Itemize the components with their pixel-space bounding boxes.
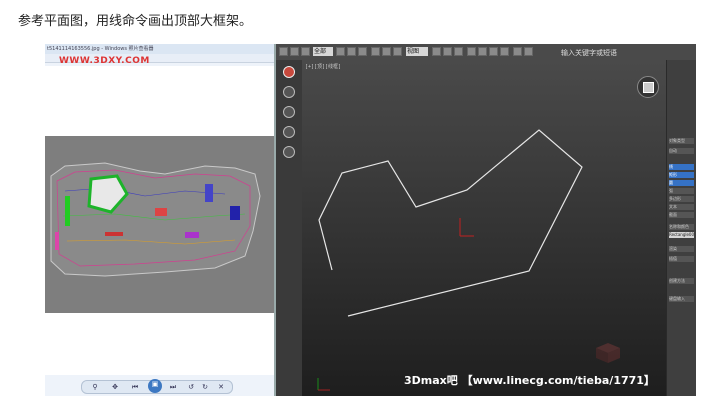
command-panel-row[interactable]: 插值: [669, 256, 694, 262]
modify-icon[interactable]: [283, 86, 295, 98]
screenshot-area: t5141114163556.jpg - Windows 照片查看器 WWW.3…: [45, 44, 696, 396]
snap-icon[interactable]: [467, 47, 476, 56]
command-panel-row[interactable]: 圆: [669, 180, 694, 186]
selection-filter-dropdown[interactable]: 全部: [313, 47, 333, 56]
rotate-right-icon[interactable]: ↻: [200, 382, 210, 392]
viewer-title: t5141114163556.jpg - Windows 照片查看器: [45, 44, 274, 54]
command-panel-row[interactable]: 线: [669, 164, 694, 170]
utilities-icon[interactable]: [283, 146, 295, 158]
main-toolbar: 全部 视图 输入关键字或短语: [276, 44, 696, 61]
command-panel-row[interactable]: 文本: [669, 204, 694, 210]
select-icon[interactable]: [336, 47, 345, 56]
command-panel-row[interactable]: 多边形: [669, 196, 694, 202]
command-panel-row[interactable]: 创建方法: [669, 278, 694, 284]
link-icon[interactable]: [301, 47, 310, 56]
display-icon[interactable]: [283, 126, 295, 138]
keyboard-shortcut-icon[interactable]: [454, 47, 463, 56]
slideshow-icon[interactable]: ▣: [148, 379, 162, 393]
command-panel-row[interactable]: 渲染: [669, 246, 694, 252]
angle-snap-icon[interactable]: [478, 47, 487, 56]
reference-coordinate-dropdown[interactable]: 视图: [406, 47, 428, 56]
hierarchy-icon[interactable]: [283, 106, 295, 118]
floor-plan-image: [45, 136, 274, 313]
3dsmax-window: 全部 视图 输入关键字或短语 [+][顶][线框] 3Dmax吧 【www.li…: [276, 44, 696, 396]
previous-icon[interactable]: ⏮: [130, 382, 140, 392]
percent-snap-icon[interactable]: [489, 47, 498, 56]
zoom-icon[interactable]: ⚲: [90, 382, 100, 392]
watermark-logo-icon: [596, 343, 620, 363]
spinner-snap-icon[interactable]: [500, 47, 509, 56]
rotate-icon[interactable]: [382, 47, 391, 56]
mirror-icon[interactable]: [513, 47, 522, 56]
move-icon[interactable]: [371, 47, 380, 56]
scale-icon[interactable]: [393, 47, 402, 56]
search-hint[interactable]: 输入关键字或短语: [561, 48, 617, 58]
fit-icon[interactable]: ✥: [110, 382, 120, 392]
viewer-background-top: [45, 66, 274, 136]
command-panel-row[interactable]: 对象类型: [669, 138, 694, 144]
viewer-controls: ⚲ ✥ ⏮ ▣ ⏭ ↺ ↻ ✕: [81, 379, 233, 394]
command-panel-row[interactable]: 弧: [669, 188, 694, 194]
select-by-name-icon[interactable]: [347, 47, 356, 56]
left-sidebar: [276, 60, 302, 396]
create-icon[interactable]: [283, 66, 295, 78]
floor-plan-drawing: [50, 162, 261, 277]
rotate-left-icon[interactable]: ↺: [186, 382, 196, 392]
align-icon[interactable]: [524, 47, 533, 56]
viewer-background-bottom: [45, 313, 274, 375]
caption-text: 参考平面图，用线命令画出顶部大框架。: [18, 14, 253, 29]
footer-watermark-text: 3Dmax吧 【www.linecg.com/tieba/1771】: [404, 374, 655, 387]
command-panel-row[interactable]: 截面: [669, 212, 694, 218]
viewer-watermark: WWW.3DXY.COM: [59, 56, 150, 66]
redo-icon[interactable]: [290, 47, 299, 56]
command-panel-row[interactable]: 矩形: [669, 172, 694, 178]
pivot-icon[interactable]: [432, 47, 441, 56]
command-panel-row[interactable]: 名称和颜色: [669, 224, 694, 230]
command-panel-row[interactable]: 键盘输入: [669, 296, 694, 302]
delete-icon[interactable]: ✕: [216, 382, 226, 392]
next-icon[interactable]: ⏭: [168, 382, 178, 392]
undo-icon[interactable]: [279, 47, 288, 56]
frame-spline: [318, 129, 583, 317]
command-panel-row[interactable]: 自动: [669, 148, 694, 154]
command-panel: 对象类型自动线矩形圆弧多边形文本截面名称和颜色 Rectangle001 渲染插值创…: [666, 60, 696, 396]
photo-viewer-window: t5141114163556.jpg - Windows 照片查看器 WWW.3…: [45, 44, 276, 396]
region-select-icon[interactable]: [358, 47, 367, 56]
select-manipulate-icon[interactable]: [443, 47, 452, 56]
command-panel-row[interactable]: Rectangle001: [669, 232, 694, 238]
top-viewport[interactable]: [+][顶][线框] 3Dmax吧 【www.linecg.com/tieba/…: [302, 60, 666, 396]
